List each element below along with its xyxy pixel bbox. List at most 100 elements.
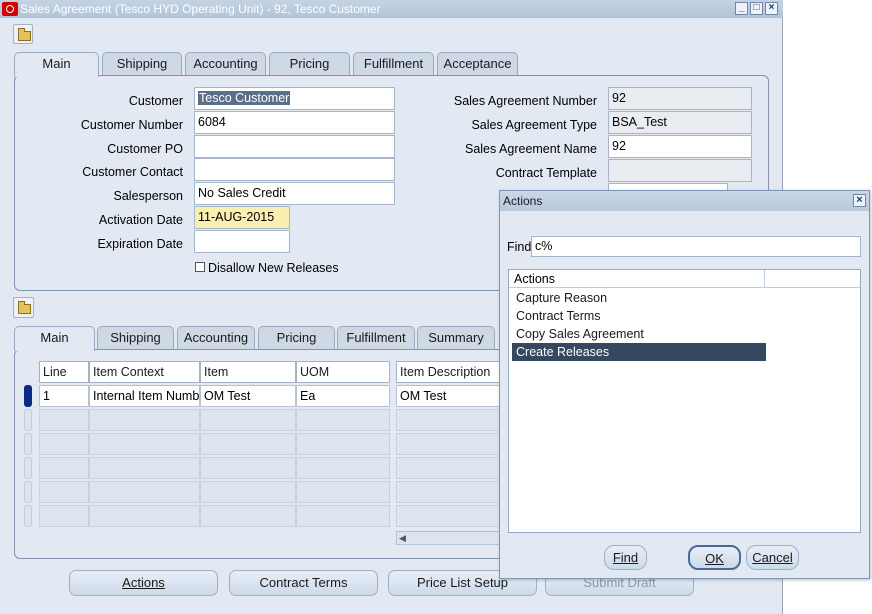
- window-titlebar: Sales Agreement (Tesco HYD Operating Uni…: [0, 0, 783, 18]
- contract-template-label: Contract Template: [495, 166, 597, 180]
- empty-cell[interactable]: [296, 409, 390, 431]
- horizontal-scrollbar[interactable]: ◀: [396, 531, 501, 545]
- empty-cell[interactable]: [200, 433, 296, 455]
- empty-cell[interactable]: [39, 433, 89, 455]
- empty-cell[interactable]: [89, 457, 200, 479]
- disallow-releases-checkbox[interactable]: [195, 262, 205, 272]
- customer-field[interactable]: Tesco Customer: [194, 87, 395, 110]
- lines-tab-fulfillment[interactable]: Fulfillment: [337, 326, 415, 349]
- row-marker[interactable]: [24, 457, 32, 479]
- empty-cell[interactable]: [89, 433, 200, 455]
- empty-cell[interactable]: [39, 481, 89, 503]
- cancel-button-label: Cancel: [752, 550, 793, 565]
- tab-acceptance[interactable]: Acceptance: [437, 52, 518, 75]
- lines-tab-pricing[interactable]: Pricing: [258, 326, 335, 349]
- tab-main[interactable]: Main: [14, 52, 99, 77]
- customer-contact-label: Customer Contact: [82, 165, 183, 179]
- contract-template-field[interactable]: [608, 159, 752, 182]
- actions-list: Actions Capture Reason Contract Terms Co…: [508, 269, 861, 533]
- empty-cell[interactable]: [89, 505, 200, 527]
- find-button[interactable]: Find: [604, 545, 647, 570]
- salesperson-field[interactable]: No Sales Credit: [194, 182, 395, 205]
- lines-tab-accounting[interactable]: Accounting: [177, 326, 255, 349]
- row-marker[interactable]: [24, 505, 32, 527]
- cell-item-description[interactable]: OM Test: [396, 385, 501, 407]
- cell-uom[interactable]: Ea: [296, 385, 390, 407]
- dialog-close-icon[interactable]: ×: [853, 194, 866, 207]
- maximize-icon[interactable]: □: [750, 2, 763, 15]
- empty-cell[interactable]: [39, 505, 89, 527]
- list-item[interactable]: Copy Sales Agreement: [512, 325, 766, 343]
- cell-item[interactable]: OM Test: [200, 385, 296, 407]
- customer-po-label: Customer PO: [107, 142, 183, 156]
- empty-cell[interactable]: [396, 481, 501, 503]
- row-marker[interactable]: [24, 433, 32, 455]
- customer-number-field[interactable]: 6084: [194, 111, 395, 134]
- open-folder-icon[interactable]: [13, 24, 33, 44]
- empty-cell[interactable]: [200, 505, 296, 527]
- list-item[interactable]: Capture Reason: [512, 289, 766, 307]
- col-line-header: Line: [39, 361, 89, 383]
- lines-tab-summary[interactable]: Summary: [417, 326, 495, 349]
- sa-type-label: Sales Agreement Type: [471, 118, 597, 132]
- close-icon[interactable]: ×: [765, 2, 778, 15]
- empty-cell[interactable]: [396, 433, 501, 455]
- empty-cell[interactable]: [39, 409, 89, 431]
- col-item-header: Item: [200, 361, 296, 383]
- tab-fulfillment[interactable]: Fulfillment: [353, 52, 434, 75]
- empty-cell[interactable]: [39, 457, 89, 479]
- list-header: Actions: [509, 270, 860, 288]
- empty-cell[interactable]: [396, 505, 501, 527]
- tab-pricing[interactable]: Pricing: [269, 52, 350, 75]
- window-title: Sales Agreement (Tesco HYD Operating Uni…: [20, 2, 381, 16]
- activation-date-label: Activation Date: [98, 213, 183, 227]
- customer-number-label: Customer Number: [80, 118, 183, 132]
- sa-name-field[interactable]: 92: [608, 135, 752, 158]
- empty-cell[interactable]: [89, 481, 200, 503]
- empty-cell[interactable]: [296, 505, 390, 527]
- col-uom-header: UOM: [296, 361, 390, 383]
- list-header-label: Actions: [509, 270, 765, 288]
- sa-type-field[interactable]: BSA_Test: [608, 111, 752, 134]
- lines-folder-icon[interactable]: [13, 297, 34, 318]
- dialog-title: Actions: [503, 194, 543, 208]
- sa-number-field[interactable]: 92: [608, 87, 752, 110]
- lines-tab-shipping[interactable]: Shipping: [97, 326, 174, 349]
- actions-button[interactable]: Actions: [69, 570, 218, 596]
- scroll-left-icon[interactable]: ◀: [399, 533, 406, 544]
- salesperson-label: Salesperson: [113, 189, 184, 203]
- cancel-button[interactable]: Cancel: [746, 545, 799, 570]
- activation-date-field[interactable]: 11-AUG-2015: [194, 206, 290, 229]
- customer-po-field[interactable]: [194, 135, 395, 158]
- empty-cell[interactable]: [296, 457, 390, 479]
- find-input[interactable]: c%: [531, 236, 861, 257]
- customer-value: Tesco Customer: [198, 91, 291, 105]
- ok-button[interactable]: OK: [688, 545, 741, 570]
- oracle-app-icon: [2, 2, 18, 16]
- find-label: Find: [507, 240, 532, 254]
- empty-cell[interactable]: [296, 433, 390, 455]
- tab-accounting[interactable]: Accounting: [185, 52, 266, 75]
- row-marker-current[interactable]: [24, 385, 32, 407]
- list-item-selected[interactable]: Create Releases: [512, 343, 766, 361]
- tab-shipping[interactable]: Shipping: [102, 52, 182, 75]
- empty-cell[interactable]: [200, 409, 296, 431]
- contract-terms-button[interactable]: Contract Terms: [229, 570, 378, 596]
- empty-cell[interactable]: [200, 457, 296, 479]
- empty-cell[interactable]: [396, 457, 501, 479]
- lines-tab-main[interactable]: Main: [14, 326, 95, 351]
- row-marker[interactable]: [24, 481, 32, 503]
- empty-cell[interactable]: [296, 481, 390, 503]
- customer-contact-field[interactable]: [194, 158, 395, 181]
- cell-item-context[interactable]: Internal Item Numb: [89, 385, 200, 407]
- actions-dialog: Actions × Find c% Actions Capture Reason…: [499, 190, 870, 579]
- expiration-date-field[interactable]: [194, 230, 290, 253]
- empty-cell[interactable]: [396, 409, 501, 431]
- list-item[interactable]: Contract Terms: [512, 307, 766, 325]
- row-marker[interactable]: [24, 409, 32, 431]
- minimize-icon[interactable]: _: [735, 2, 748, 15]
- empty-cell[interactable]: [89, 409, 200, 431]
- empty-cell[interactable]: [200, 481, 296, 503]
- cell-line[interactable]: 1: [39, 385, 89, 407]
- disallow-releases-label: Disallow New Releases: [208, 261, 339, 275]
